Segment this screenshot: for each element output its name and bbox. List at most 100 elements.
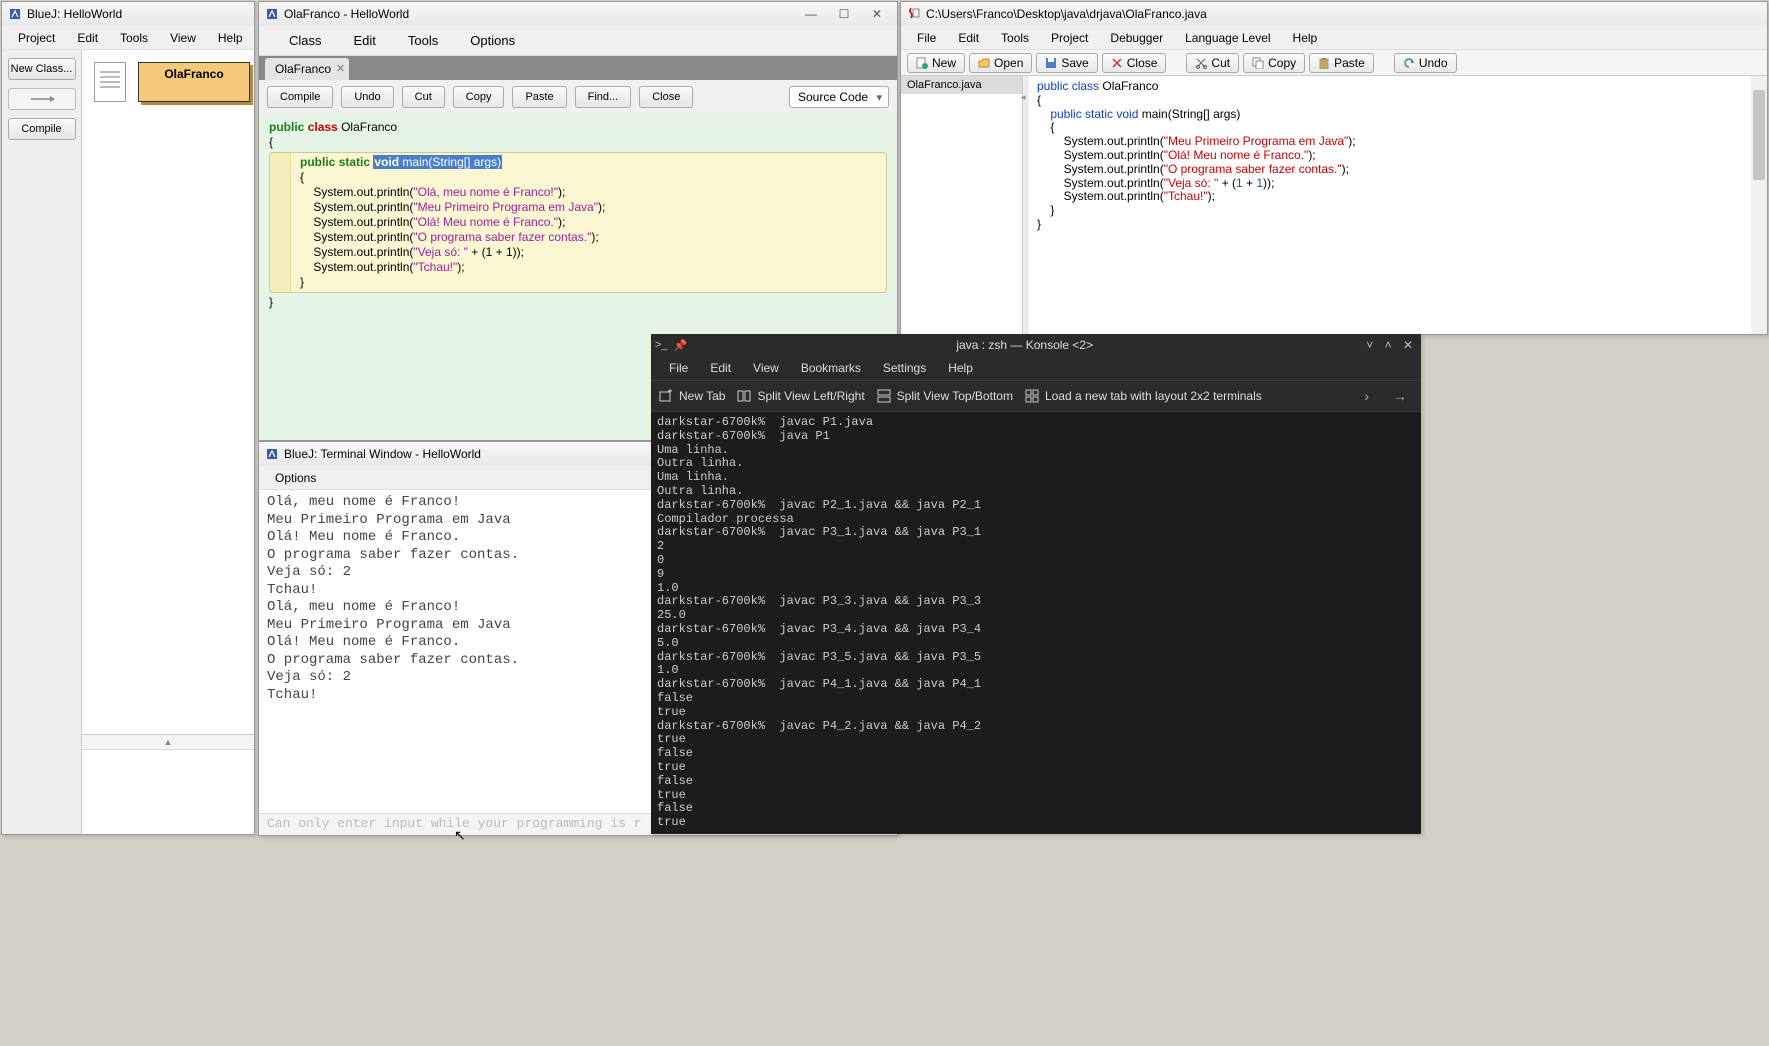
window-title: BlueJ: Terminal Window - HelloWorld (284, 447, 481, 461)
terminal-prompt-icon: >_ (655, 339, 668, 351)
menu-help[interactable]: Help (938, 358, 983, 378)
clipboard-icon (1318, 57, 1330, 69)
titlebar[interactable]: >_ 📌 java : zsh — Konsole <2> ˅ ˄ ✕ (651, 334, 1421, 356)
class-box-ola-franco[interactable]: OlaFranco (138, 62, 250, 102)
bluej-icon (265, 447, 279, 461)
arrow-button[interactable] (8, 88, 76, 110)
menu-project[interactable]: Project (8, 28, 65, 48)
nav-right-icon[interactable]: › (1358, 388, 1375, 404)
readme-icon[interactable] (94, 62, 126, 102)
menubar: Project Edit Tools View Help (2, 26, 254, 50)
bluej-icon (265, 7, 279, 21)
new-button[interactable]: New (907, 53, 965, 73)
titlebar[interactable]: OlaFranco - HelloWorld — ☐ ✕ (259, 2, 897, 26)
close-window-button[interactable]: ✕ (1399, 338, 1417, 352)
paste-button[interactable]: Paste (512, 86, 566, 108)
undo-button[interactable]: Undo (1394, 53, 1457, 73)
menu-edit[interactable]: Edit (948, 28, 989, 48)
menu-file[interactable]: File (907, 28, 946, 48)
pin-icon[interactable]: 📌 (674, 339, 688, 352)
menu-options[interactable]: Options (265, 468, 326, 488)
compile-button[interactable]: Compile (8, 118, 76, 140)
tab-ola-franco[interactable]: OlaFranco ✕ (265, 58, 349, 80)
compile-button[interactable]: Compile (267, 86, 333, 108)
sidebar: New Class... Compile (2, 50, 82, 834)
menu-view[interactable]: View (160, 28, 206, 48)
undo-icon (1403, 57, 1415, 69)
object-bench[interactable] (82, 749, 254, 834)
find-button[interactable]: Find... (575, 86, 632, 108)
copy-icon (1252, 57, 1264, 69)
menu-class[interactable]: Class (273, 28, 338, 53)
close-tab-icon[interactable]: ✕ (336, 62, 345, 75)
cut-button[interactable]: Cut (1186, 53, 1239, 73)
konsole-window: >_ 📌 java : zsh — Konsole <2> ˅ ˄ ✕ File… (651, 334, 1421, 834)
cut-button[interactable]: Cut (402, 86, 445, 108)
paste-button[interactable]: Paste (1309, 53, 1374, 73)
menu-tools[interactable]: Tools (991, 28, 1039, 48)
arrow-icon (28, 93, 56, 105)
nav-forward-icon[interactable]: → (1387, 388, 1413, 404)
new-tab-icon (659, 389, 673, 403)
menu-tools[interactable]: Tools (392, 28, 454, 53)
menubar: File Edit View Bookmarks Settings Help (651, 356, 1421, 380)
window-title: BlueJ: HelloWorld (27, 7, 122, 21)
menu-project[interactable]: Project (1041, 28, 1098, 48)
new-tab-button[interactable]: New Tab (659, 389, 725, 403)
new-class-button[interactable]: New Class... (8, 58, 76, 80)
minimize-button[interactable]: ˅ (1362, 338, 1377, 352)
toolbar: New Tab Split View Left/Right Split View… (651, 380, 1421, 412)
bluej-icon (8, 7, 22, 21)
close-button[interactable]: Close (1102, 53, 1167, 73)
split-lr-icon (737, 389, 751, 403)
maximize-button[interactable]: ˄ (1381, 338, 1396, 352)
view-dropdown[interactable]: Source Code (789, 86, 889, 108)
save-icon (1045, 57, 1057, 69)
toolbar: Compile Undo Cut Copy Paste Find... Clos… (259, 80, 897, 114)
window-title: java : zsh — Konsole <2> (687, 338, 1362, 352)
drjava-icon (907, 6, 921, 23)
menu-language-level[interactable]: Language Level (1175, 28, 1280, 48)
tab-bar: OlaFranco ✕ (259, 56, 897, 80)
titlebar[interactable]: C:\Users\Franco\Desktop\java\drjava\OlaF… (901, 2, 1767, 26)
window-title: OlaFranco - HelloWorld (284, 7, 409, 21)
menu-view[interactable]: View (743, 358, 789, 378)
load-layout-button[interactable]: Load a new tab with layout 2x2 terminals (1025, 389, 1262, 403)
grid-icon (1025, 389, 1039, 403)
file-list[interactable]: OlaFranco.java (901, 76, 1023, 334)
menu-bookmarks[interactable]: Bookmarks (791, 358, 871, 378)
split-tb-button[interactable]: Split View Top/Bottom (877, 389, 1013, 403)
menu-tools[interactable]: Tools (110, 28, 158, 48)
menu-debugger[interactable]: Debugger (1100, 28, 1173, 48)
scissors-icon (1195, 57, 1207, 69)
menu-file[interactable]: File (659, 358, 698, 378)
titlebar[interactable]: BlueJ: HelloWorld (2, 2, 254, 26)
menu-settings[interactable]: Settings (873, 358, 936, 378)
close-window-button[interactable]: ✕ (863, 5, 891, 23)
drjava-window: C:\Users\Franco\Desktop\java\drjava\OlaF… (900, 1, 1768, 335)
class-diagram[interactable]: OlaFranco ▲ (82, 50, 254, 834)
file-item[interactable]: OlaFranco.java (901, 76, 1022, 94)
copy-button[interactable]: Copy (1243, 53, 1305, 73)
terminal-output[interactable]: darkstar-6700k% javac P1.java darkstar-6… (651, 412, 1421, 834)
open-button[interactable]: Open (969, 53, 1032, 73)
menu-edit[interactable]: Edit (67, 28, 108, 48)
menubar: File Edit Tools Project Debugger Languag… (901, 26, 1767, 50)
collapse-handle[interactable]: ▲ (82, 735, 254, 749)
save-button[interactable]: Save (1036, 53, 1097, 73)
menu-help[interactable]: Help (208, 28, 253, 48)
menu-edit[interactable]: Edit (338, 28, 392, 53)
menu-options[interactable]: Options (454, 28, 531, 53)
window-title: C:\Users\Franco\Desktop\java\drjava\OlaF… (926, 7, 1207, 21)
minimize-button[interactable]: — (797, 5, 825, 23)
code-editor[interactable]: public class OlaFranco { public static v… (1029, 76, 1767, 334)
split-lr-button[interactable]: Split View Left/Right (737, 389, 864, 403)
new-file-icon (916, 57, 928, 69)
scrollbar[interactable] (1751, 76, 1767, 334)
undo-button[interactable]: Undo (341, 86, 393, 108)
close-button[interactable]: Close (639, 86, 693, 108)
copy-button[interactable]: Copy (453, 86, 505, 108)
maximize-button[interactable]: ☐ (830, 5, 858, 23)
menu-edit[interactable]: Edit (700, 358, 741, 378)
menu-help[interactable]: Help (1283, 28, 1328, 48)
